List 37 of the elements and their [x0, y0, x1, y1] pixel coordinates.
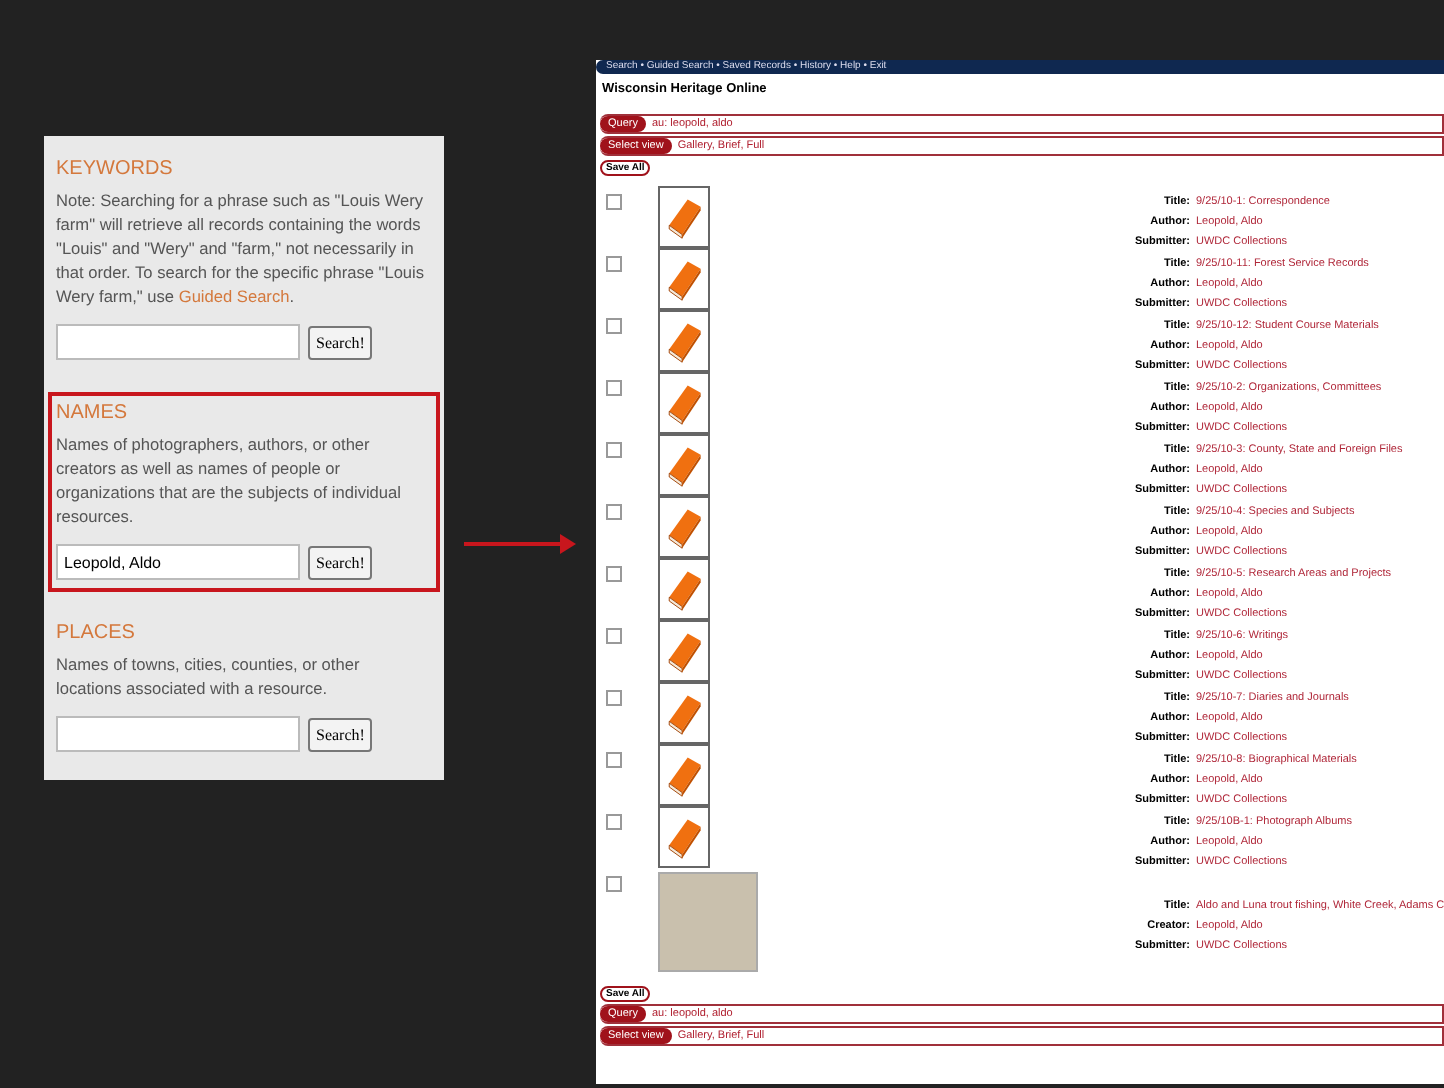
- search-input[interactable]: Leopold, Aldo: [56, 544, 300, 580]
- record-checkbox[interactable]: [606, 380, 622, 396]
- section-description: Names of photographers, authors, or other creators as well as names of people or organizations that are the subjects of individual resources.: [56, 432, 403, 528]
- search-button[interactable]: Search!: [308, 325, 373, 359]
- search-button[interactable]: Search!: [308, 545, 373, 579]
- photo-placeholder: [658, 872, 758, 972]
- section-description: Note: Searching for a phrase such as "Louis Wery farm" will retrieve all records containing the words "Louis" and "Wery" and "farm," not necessarily in that order. To search for the specific phrase "Louis Wery farm," use Guided Search.: [56, 188, 427, 308]
- record-checkbox[interactable]: [606, 504, 622, 520]
- record-checkbox[interactable]: [606, 752, 622, 768]
- record-checkbox[interactable]: [606, 318, 622, 334]
- book-icon: [658, 310, 710, 372]
- book-icon: [658, 434, 710, 496]
- book-icon: [658, 682, 710, 744]
- book-icon: [658, 620, 710, 682]
- record-checkbox[interactable]: [606, 876, 622, 892]
- book-icon: [658, 186, 710, 248]
- book-icon: [658, 558, 710, 620]
- record-checkbox[interactable]: [606, 566, 622, 582]
- search-button[interactable]: Search!: [308, 717, 373, 751]
- section-heading: PLACES: [56, 622, 137, 644]
- search-input[interactable]: [56, 324, 300, 360]
- book-icon: [658, 496, 710, 558]
- record-checkbox[interactable]: [606, 256, 622, 272]
- record-checkbox[interactable]: [606, 442, 622, 458]
- search-input[interactable]: [56, 716, 300, 752]
- record-checkbox[interactable]: [606, 814, 622, 830]
- section-heading: NAMES: [56, 402, 130, 424]
- record-checkbox[interactable]: [606, 690, 622, 706]
- book-icon: [658, 372, 710, 434]
- record-checkbox[interactable]: [606, 628, 622, 644]
- arrow-icon: [464, 534, 576, 554]
- section-heading: KEYWORDS: [56, 158, 175, 180]
- record-checkbox[interactable]: [606, 194, 622, 210]
- section-description: Names of towns, cities, counties, or other locations associated with a resource.: [56, 652, 362, 700]
- book-icon: [658, 744, 710, 806]
- book-icon: [658, 248, 710, 310]
- book-icon: [658, 806, 710, 868]
